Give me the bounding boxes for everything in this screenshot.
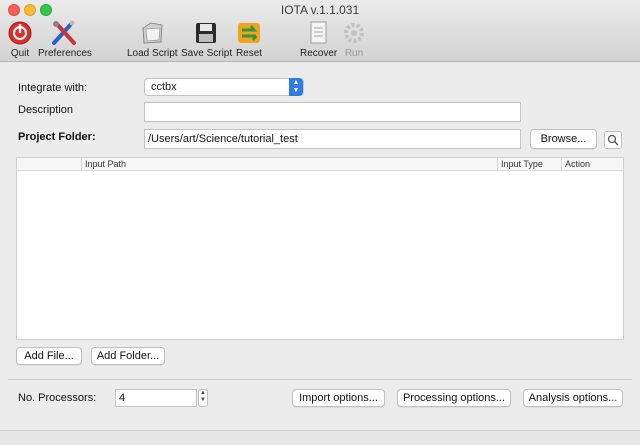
magnifier-icon	[607, 134, 619, 146]
browse-button[interactable]: Browse...	[530, 129, 597, 149]
iota-window: IOTA v.1.1.031 Quit Preferences Load Scr…	[0, 0, 640, 445]
column-header-input-path[interactable]: Input Path	[81, 158, 499, 170]
column-header-input-type[interactable]: Input Type	[497, 158, 561, 170]
processors-label: No. Processors:	[18, 392, 97, 404]
analysis-options-button[interactable]: Analysis options...	[523, 389, 623, 407]
description-label: Description	[18, 104, 74, 116]
recover-button[interactable]: Recover	[300, 20, 338, 60]
footer-divider	[8, 379, 632, 380]
run-icon	[344, 23, 364, 43]
select-arrows-icon: ▲ ▼	[289, 78, 303, 96]
save-script-button[interactable]: Save Script	[181, 20, 233, 60]
window-title: IOTA v.1.1.031	[280, 3, 360, 17]
quit-label: Quit	[10, 48, 30, 59]
reset-button[interactable]: Reset	[235, 20, 263, 60]
integrate-select[interactable]: cctbx ▲ ▼	[144, 78, 304, 96]
quit-icon	[8, 21, 32, 45]
quit-button[interactable]: Quit	[6, 20, 34, 60]
recover-label: Recover	[300, 48, 338, 59]
processors-field[interactable]: 4	[115, 389, 197, 407]
import-options-button[interactable]: Import options...	[292, 389, 385, 407]
project-folder-label: Project Folder:	[18, 131, 96, 143]
project-folder-field[interactable]: /Users/art/Science/tutorial_test	[144, 129, 521, 149]
reset-label: Reset	[235, 48, 263, 59]
add-folder-button[interactable]: Add Folder...	[91, 347, 165, 365]
save-script-label: Save Script	[181, 48, 233, 59]
integrate-label: Integrate with:	[18, 82, 88, 94]
load-script-icon	[142, 22, 163, 44]
recover-icon	[310, 21, 327, 44]
run-button[interactable]: Run	[340, 20, 368, 60]
description-field[interactable]	[144, 102, 521, 122]
run-label: Run	[344, 48, 364, 59]
processing-options-button[interactable]: Processing options...	[397, 389, 511, 407]
add-file-button[interactable]: Add File...	[16, 347, 82, 365]
integrate-value: cctbx	[151, 81, 177, 93]
load-script-button[interactable]: Load Script	[127, 20, 178, 60]
title-toolbar: IOTA v.1.1.031 Quit Preferences Load Scr…	[0, 0, 640, 62]
reset-icon	[238, 23, 260, 43]
preferences-icon	[52, 20, 76, 45]
status-bar	[0, 430, 640, 445]
folder-search-button[interactable]	[604, 131, 622, 149]
processors-stepper[interactable]: ▲ ▼	[198, 389, 208, 407]
preferences-label: Preferences	[38, 48, 92, 59]
load-script-label: Load Script	[127, 48, 178, 59]
preferences-button[interactable]: Preferences	[38, 20, 92, 60]
column-header-action[interactable]: Action	[561, 158, 623, 170]
save-script-icon	[196, 23, 216, 43]
input-table[interactable]: Input Path Input Type Action	[16, 157, 624, 340]
input-table-header: Input Path Input Type Action	[17, 158, 623, 171]
